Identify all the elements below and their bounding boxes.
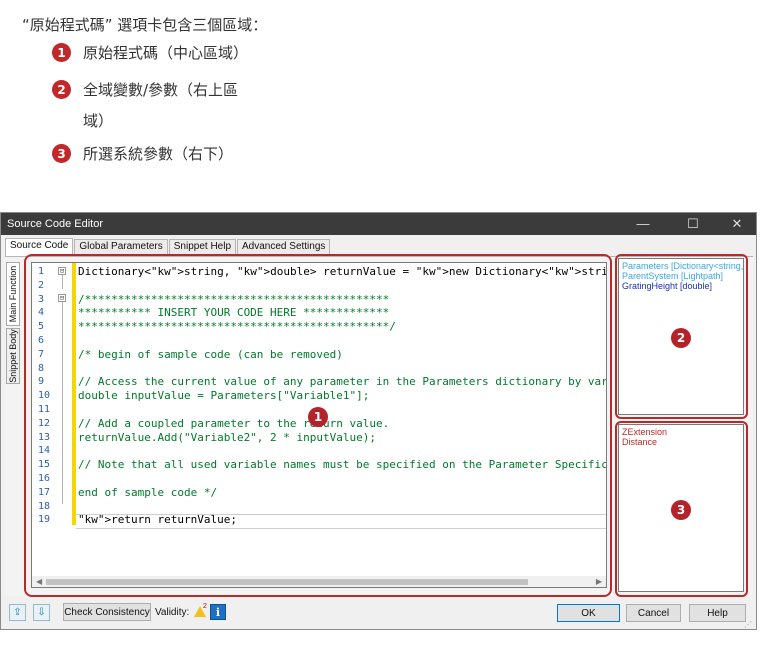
doc-item-source-code: 1 原始程式碼（中心區域） (52, 42, 248, 63)
global-parameter-item[interactable]: ParentSystem [Lightpath] (619, 271, 743, 281)
fold-toggle-icon[interactable]: ⊟ (58, 267, 66, 275)
tab-global-parameters[interactable]: Global Parameters (74, 239, 168, 255)
resize-grip-icon[interactable]: ⋰ (744, 620, 752, 629)
line-number: 2 (38, 279, 45, 291)
scroll-right-icon[interactable]: ▶ (596, 576, 602, 587)
line-number-gutter: 1 2 3 4 5 6 7 8 9 10 11 12 13 14 15 16 17 18 19 (32, 263, 72, 576)
warning-count: 2 (203, 603, 207, 610)
scroll-left-icon[interactable]: ◀ (36, 576, 42, 587)
line-number: 8 (38, 362, 45, 374)
line-number: 3 (38, 293, 45, 305)
line-number: 7 (38, 348, 45, 360)
overlay-badge-3: 3 (671, 500, 691, 520)
fold-toggle-icon[interactable]: ⊟ (58, 294, 66, 302)
line-number: 10 (38, 390, 51, 402)
code-line: double inputValue = Parameters["Variable… (78, 389, 370, 403)
line-number: 6 (38, 335, 45, 346)
system-parameter-item[interactable]: Distance (619, 437, 743, 447)
help-button[interactable]: Help (689, 604, 746, 622)
line-number: 14 (38, 445, 51, 457)
code-line: // Add a coupled parameter to the return… (78, 416, 390, 430)
code-line: returnValue.Add("Variable2", 2 * inputVa… (78, 430, 377, 444)
line-number: 11 (38, 404, 51, 415)
doc-item-label-continued: 域） (83, 112, 114, 130)
fold-line (62, 275, 63, 289)
code-line: /* begin of sample code (can be removed) (78, 347, 343, 361)
export-icon[interactable]: ⇩ (33, 604, 50, 621)
doc-item-system-params: 3 所選系統參數（右下） (52, 143, 233, 164)
line-number: 5 (38, 321, 45, 333)
doc-item-label: 所選系統參數（右下） (83, 145, 234, 163)
close-button[interactable]: ✕ (717, 213, 757, 235)
code-line: // Note that all used variable names mus… (78, 458, 607, 472)
line-number: 19 (38, 514, 51, 526)
line-number: 12 (38, 417, 51, 429)
doc-item-global-params: 2 全域變數/參數（右上區 (52, 79, 238, 100)
tab-advanced-settings[interactable]: Advanced Settings (237, 239, 331, 255)
number-badge: 3 (52, 144, 71, 163)
global-parameter-item[interactable]: Parameters [Dictionary<string, do (619, 261, 743, 271)
doc-item-label: 全域變數/參數（右上區 (83, 81, 239, 99)
line-number: 18 (38, 500, 51, 512)
fold-line (62, 302, 63, 504)
validity-label: Validity: (155, 607, 190, 618)
side-tab-label: Snippet Body (8, 329, 18, 383)
check-consistency-button[interactable]: Check Consistency (63, 603, 151, 621)
code-line: // Access the current value of any param… (78, 375, 607, 389)
global-parameter-item[interactable]: GratingHeight [double] (619, 281, 743, 291)
maximize-button[interactable]: ☐ (673, 213, 713, 235)
number-badge: 1 (52, 43, 71, 62)
line-number: 9 (38, 376, 45, 388)
line-number: 1 (38, 266, 45, 277)
side-tab-main-function[interactable]: Main Function (6, 262, 20, 326)
code-line: end of sample code */ (78, 485, 218, 499)
minimize-button[interactable]: — (623, 213, 663, 235)
code-line: /***************************************… (78, 292, 390, 306)
code-line: *********** INSERT YOUR CODE HERE ******… (78, 306, 390, 320)
code-line: "kw">return returnValue; (78, 513, 237, 527)
line-number: 16 (38, 473, 51, 484)
number-badge: 2 (52, 80, 71, 99)
line-number: 4 (38, 307, 45, 319)
info-icon[interactable]: i (210, 604, 226, 620)
tab-snippet-help[interactable]: Snippet Help (168, 239, 237, 255)
code-line: ****************************************… (78, 320, 396, 334)
doc-intro: “原始程式碼” 選項卡包含三個區域： (22, 16, 268, 34)
ok-button[interactable]: OK (557, 604, 620, 622)
system-parameter-item[interactable]: ZExtension (619, 427, 743, 437)
overlay-badge-2: 2 (671, 328, 691, 348)
cancel-button[interactable]: Cancel (626, 604, 681, 622)
line-number: 13 (38, 431, 51, 443)
title-bar[interactable]: Source Code Editor — ☐ ✕ (1, 213, 756, 235)
horizontal-scrollbar[interactable]: ◀ ▶ (32, 576, 606, 587)
documentation-block: “原始程式碼” 選項卡包含三個區域： 1 原始程式碼（中心區域） 2 全域變數/… (0, 0, 780, 200)
code-line: Dictionary<"kw">string, "kw">double> ret… (78, 265, 606, 278)
import-icon[interactable]: ⇪ (9, 604, 26, 621)
window-title: Source Code Editor (7, 218, 103, 230)
side-tab-label: Main Function (8, 265, 18, 323)
modified-lines-marker (72, 263, 76, 525)
line-number: 15 (38, 459, 51, 471)
overlay-badge-1: 1 (308, 407, 328, 427)
doc-item-label: 原始程式碼（中心區域） (83, 44, 249, 62)
scrollbar-thumb[interactable] (46, 579, 528, 585)
side-tab-snippet-body[interactable]: Snippet Body (6, 328, 20, 384)
line-number: 17 (38, 486, 51, 498)
